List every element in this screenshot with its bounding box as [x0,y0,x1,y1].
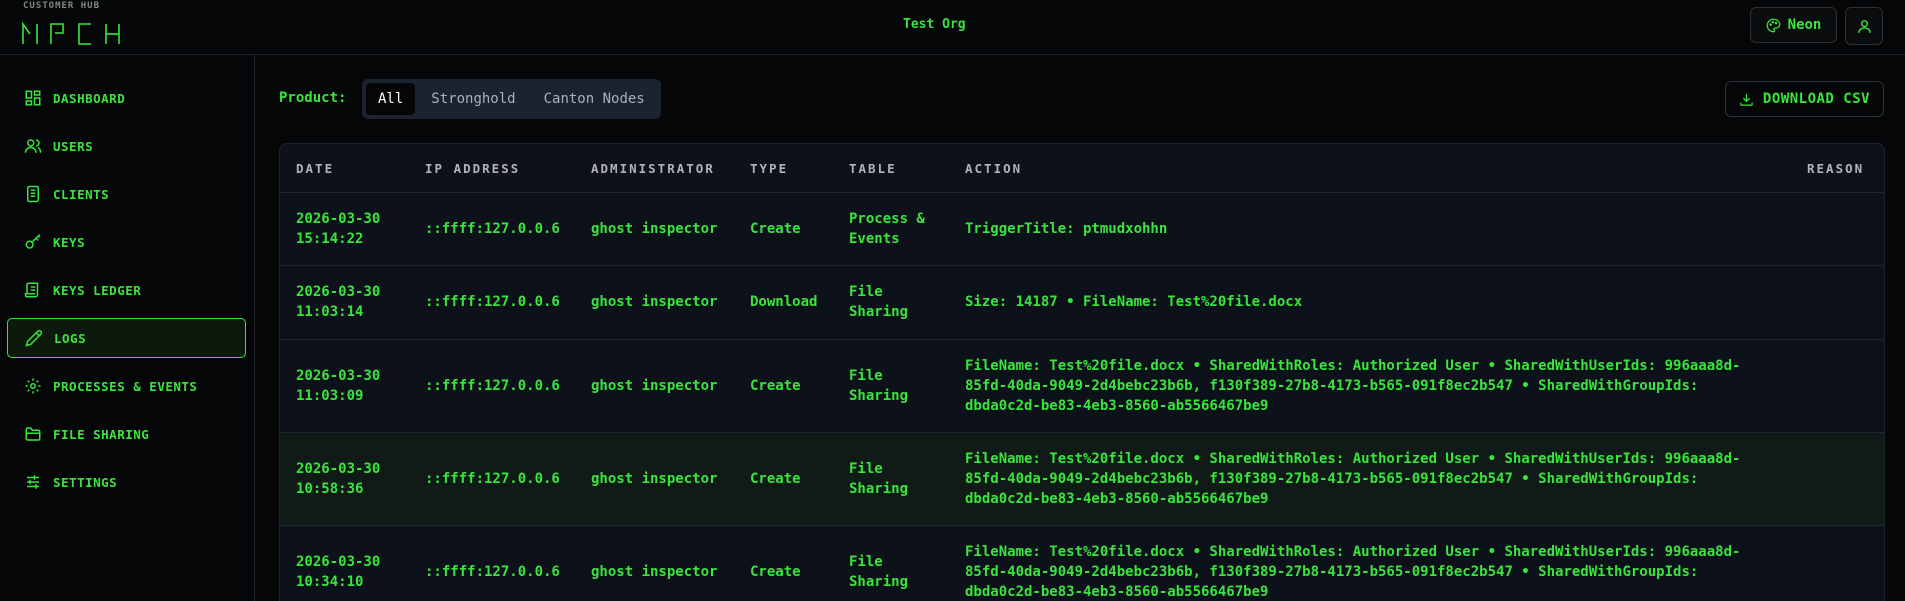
cell-administrator: ghost inspector [591,378,718,394]
cell-type: Create [750,471,801,487]
download-csv-label: DOWNLOAD CSV [1762,91,1871,107]
ledger-icon [24,282,39,298]
user-menu-button[interactable] [1845,7,1883,45]
table-row[interactable]: 2026-03-30 10:58:36 ::ffff:127.0.0.6 gho… [280,433,1884,526]
sidebar-item-keys[interactable]: KEYS [7,222,246,262]
key-icon [25,233,41,249]
sidebar-item-label: KEYS [53,234,86,250]
column-header-type[interactable]: TYPE [750,161,788,176]
cell-date: 2026-03-30 11:03:09 [296,368,381,404]
column-header-date[interactable]: DATE [296,161,334,176]
sidebar-item-label: SETTINGS [53,474,118,490]
theme-button[interactable]: Neon [1750,7,1837,43]
download-icon [1740,93,1753,106]
clients-icon [27,185,39,203]
column-header-action[interactable]: ACTION [965,161,1022,176]
cell-type: Create [750,221,801,237]
cell-action: TriggerTitle: ptmudxohhn [965,221,1168,237]
filter-stronghold[interactable]: Stronghold [419,83,527,115]
sidebar-item-clients[interactable]: CLIENTS [7,174,246,214]
table-row[interactable]: 2026-03-30 15:14:22 ::ffff:127.0.0.6 gho… [280,193,1884,266]
cell-administrator: ghost inspector [591,294,718,310]
filter-all[interactable]: All [366,83,416,115]
sidebar-item-keys-ledger[interactable]: KEYS LEDGER [7,270,246,310]
cell-date: 2026-03-30 11:03:14 [296,284,381,320]
sidebar-item-label: PROCESSES & EVENTS [53,378,198,394]
column-header-reason[interactable]: REASON [1807,161,1864,176]
sidebar-item-label: LOGS [54,330,87,346]
sidebar-item-users[interactable]: USERS [7,126,246,166]
cell-action: FileName: Test%20file.docx • SharedWithR… [965,544,1741,600]
sidebar-item-label: USERS [53,138,94,154]
main-content: Product: All Stronghold Canton Nodes DOW… [256,55,1905,601]
users-icon [24,139,42,153]
logo-mark [22,21,120,45]
cell-type: Download [750,294,818,310]
download-csv-button[interactable]: DOWNLOAD CSV [1725,81,1884,117]
user-icon [1857,19,1871,33]
cell-table: File Sharing [849,368,909,404]
pencil-icon [25,329,43,347]
filter-canton-nodes[interactable]: Canton Nodes [532,83,657,115]
column-header-ip-address[interactable]: IP ADDRESS [425,161,520,176]
cell-table: Process & Events [849,211,925,247]
cell-action: FileName: Test%20file.docx • SharedWithR… [965,451,1741,507]
cell-type: Create [750,378,801,394]
table-row[interactable]: 2026-03-30 10:34:10 ::ffff:127.0.0.6 gho… [280,526,1884,601]
product-filter-label: Product: [279,90,347,106]
org-name: Test Org [903,17,966,32]
cell-action: FileName: Test%20file.docx • SharedWithR… [965,358,1741,414]
cell-ip: ::ffff:127.0.0.6 [425,564,560,580]
cell-ip: ::ffff:127.0.0.6 [425,471,560,487]
sliders-icon [27,475,39,489]
logs-table: DATE IP ADDRESS ADMINISTRATOR TYPE TABLE… [279,143,1885,601]
sidebar-item-dashboard[interactable]: DASHBOARD [7,78,246,118]
cell-administrator: ghost inspector [591,564,718,580]
table-row[interactable]: 2026-03-30 11:03:14 ::ffff:127.0.0.6 gho… [280,266,1884,340]
sidebar-item-settings[interactable]: SETTINGS [7,462,246,502]
sidebar-item-processes-events[interactable]: PROCESSES & EVENTS [7,366,246,406]
cell-date: 2026-03-30 10:34:10 [296,554,381,590]
cell-administrator: ghost inspector [591,221,718,237]
top-bar: CUSTOMER HUB Test Org Neon [0,0,1905,55]
column-header-administrator[interactable]: ADMINISTRATOR [591,161,715,176]
theme-label: Neon [1787,17,1822,33]
cell-table: File Sharing [849,284,909,320]
cell-ip: ::ffff:127.0.0.6 [425,221,560,237]
sidebar-item-label: DASHBOARD [53,90,126,106]
table-row[interactable]: 2026-03-30 11:03:09 ::ffff:127.0.0.6 gho… [280,340,1884,433]
cell-ip: ::ffff:127.0.0.6 [425,294,560,310]
table-header: DATE IP ADDRESS ADMINISTRATOR TYPE TABLE… [280,144,1884,193]
sidebar-item-label: FILE SHARING [53,426,150,442]
column-header-table[interactable]: TABLE [849,161,897,176]
product-filter: All Stronghold Canton Nodes [362,79,661,119]
cell-table: File Sharing [849,461,909,497]
gear-icon [25,378,41,394]
cell-administrator: ghost inspector [591,471,718,487]
sidebar: DASHBOARD USERS CLIENTS KEYS KEYS LEDGER… [0,55,255,601]
cell-type: Create [750,564,801,580]
logo[interactable] [22,20,130,47]
cell-date: 2026-03-30 15:14:22 [296,211,381,247]
cell-action: Size: 14187 • FileName: Test%20file.docx [965,294,1303,310]
cell-ip: ::ffff:127.0.0.6 [425,378,560,394]
palette-icon [1766,18,1781,32]
sidebar-item-file-sharing[interactable]: FILE SHARING [7,414,246,454]
hub-label: CUSTOMER HUB [23,1,101,11]
folder-icon [25,427,41,441]
sidebar-item-label: CLIENTS [53,186,110,202]
sidebar-item-label: KEYS LEDGER [53,282,142,298]
cell-table: File Sharing [849,554,909,590]
sidebar-item-logs[interactable]: LOGS [7,318,246,358]
dashboard-icon [25,90,41,106]
cell-date: 2026-03-30 10:58:36 [296,461,381,497]
